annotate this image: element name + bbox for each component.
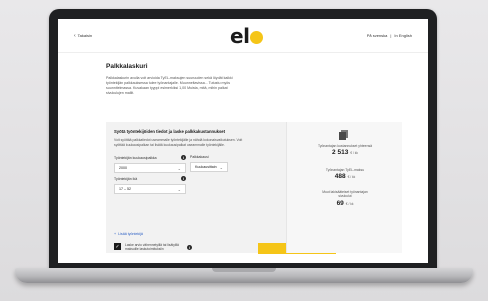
- logo-yellow-o: [250, 31, 264, 44]
- intro-section: Palkkalaskuri Palkkalaskurin avulla voit…: [106, 59, 346, 96]
- info-icon[interactable]: i: [181, 176, 186, 181]
- language-separator: |: [390, 33, 392, 38]
- calculator-form: Syötä työntekijöiden tiedot ja laske pal…: [114, 122, 336, 254]
- result-value: 488 € / kk: [287, 173, 403, 180]
- laptop-screen: ‹ Takaisin På svenska | In English el Pa…: [58, 19, 428, 263]
- age-field: Työntekijän ikä i 17 – 52 ⌄: [114, 176, 186, 194]
- intro-text: Palkkalaskurin avulla voit arvioida TyEL…: [106, 76, 346, 96]
- chevron-down-icon: ⌄: [219, 164, 223, 170]
- result-unit: € / kk: [347, 175, 356, 180]
- salary-field: Työntekijän kuukausipalkka i 2000 ⌄: [114, 155, 186, 173]
- language-link-english[interactable]: In English: [394, 33, 412, 38]
- result-value: 69 € / kk: [287, 200, 403, 207]
- results-panel: Työnantajan kustannukset yhteensä 2 513 €…: [286, 122, 402, 253]
- consent-checkbox[interactable]: ✓: [114, 243, 121, 250]
- chevron-down-icon: ⌄: [177, 165, 181, 171]
- result-total-cost: Työnantajan kustannukset yhteensä 2 513 €…: [287, 144, 403, 156]
- logo-text: el: [230, 24, 250, 48]
- result-number: 2 513: [332, 149, 349, 157]
- result-other-costs: Muut lakisääteiset työnantajan sivukulut…: [287, 190, 403, 207]
- consent-text: Laske arvio vähennetyillä tai lisätyillä…: [125, 243, 179, 252]
- age-label: Työntekijän ikä: [114, 176, 138, 181]
- period-label: Palkkakausi: [190, 155, 209, 159]
- back-link[interactable]: ‹ Takaisin: [74, 33, 92, 39]
- language-switcher: På svenska | In English: [367, 33, 412, 38]
- result-label: Työnantajan TyEL-maksu: [325, 168, 365, 172]
- plus-icon: +: [114, 232, 117, 236]
- document-icon: [339, 130, 348, 140]
- calculator-card: Syötä työntekijöiden tiedot ja laske pal…: [106, 122, 402, 254]
- period-select[interactable]: Kuukausittain ⌄: [190, 162, 228, 172]
- add-employee-label: Lisää työntekijä: [118, 232, 143, 236]
- info-icon[interactable]: i: [181, 155, 186, 160]
- info-icon[interactable]: i: [186, 245, 192, 250]
- laptop-notch: [212, 268, 276, 272]
- period-field: Palkkakausi Kuukausittain ⌄: [190, 155, 228, 172]
- age-value: 17 – 52: [119, 187, 131, 191]
- salary-value: 2000: [119, 166, 127, 170]
- chevron-left-icon: ‹: [74, 32, 76, 39]
- page-title: Palkkalaskuri: [106, 63, 148, 70]
- calculator-title: Syötä työntekijöiden tiedot ja laske pal…: [114, 129, 226, 134]
- result-label: sivukulut: [338, 194, 352, 199]
- salary-label-row: Työntekijän kuukausipalkka i: [114, 155, 186, 160]
- result-label: Työnantajan kustannukset yhteensä: [317, 144, 373, 148]
- chevron-down-icon: ⌄: [177, 186, 181, 192]
- salary-input[interactable]: 2000 ⌄: [114, 163, 186, 173]
- period-value: Kuukausittain: [195, 165, 217, 169]
- period-label-row: Palkkakausi: [190, 155, 228, 159]
- consent-row: ✓ Laske arvio vähennetyillä tai lisätyil…: [114, 243, 192, 252]
- result-value: 2 513 € / kk: [287, 149, 403, 156]
- consent-line: maksuille laskutoimituksiin: [125, 247, 164, 252]
- intro-line: sivukulujen mallit.: [106, 91, 135, 95]
- result-unit: € / kk: [350, 151, 358, 156]
- elo-logo[interactable]: el: [230, 24, 264, 48]
- result-unit: € / kk: [345, 201, 354, 206]
- salary-label: Työntekijän kuukausipalkka: [114, 155, 157, 160]
- back-link-label: Takaisin: [77, 33, 93, 38]
- add-employee-link[interactable]: + Lisää työntekijä: [114, 232, 143, 236]
- age-label-row: Työntekijän ikä i: [114, 176, 186, 181]
- result-number: 488: [334, 173, 346, 181]
- age-select[interactable]: 17 – 52 ⌄: [114, 184, 186, 194]
- calculator-description: Voit syöttää palkkatiedot useammalle työ…: [114, 138, 282, 147]
- result-number: 69: [336, 199, 344, 207]
- calculator-desc-line: syöttää kuukausipalkan tai lisätä kuukau…: [114, 142, 225, 147]
- language-link-swedish[interactable]: På svenska: [367, 33, 388, 38]
- result-tyel-fee: Työnantajan TyEL-maksu 488 € / kk: [287, 168, 403, 180]
